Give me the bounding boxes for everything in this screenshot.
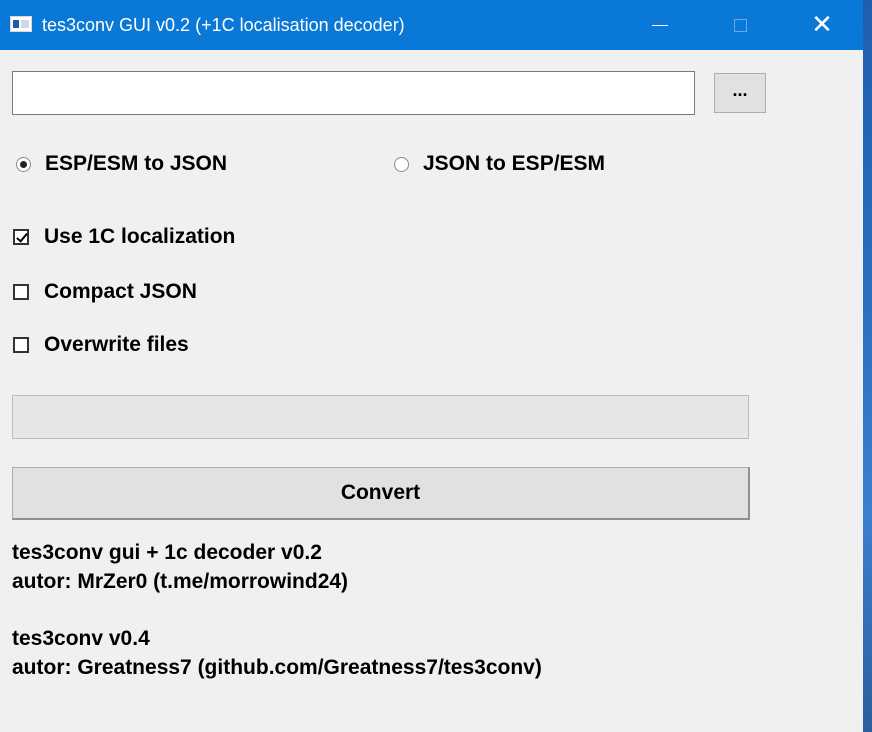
checkbox-label: Overwrite files bbox=[44, 333, 189, 356]
checkbox-indicator[interactable] bbox=[13, 337, 29, 353]
close-button[interactable]: ✕ bbox=[794, 0, 850, 50]
maximize-icon bbox=[733, 18, 747, 32]
checkbox-indicator[interactable] bbox=[13, 229, 29, 245]
window-title: tes3conv GUI v0.2 (+1C localisation deco… bbox=[42, 15, 405, 35]
progress-bar bbox=[12, 395, 749, 439]
desktop-edge bbox=[863, 0, 872, 732]
radio-esp-to-json[interactable]: ESP/ESM to JSON bbox=[16, 152, 227, 176]
app-icon bbox=[10, 16, 32, 32]
file-path-input[interactable] bbox=[12, 71, 695, 115]
checkbox-use-1c-localization[interactable]: Use 1C localization bbox=[13, 225, 235, 249]
checkbox-indicator[interactable] bbox=[13, 284, 29, 300]
radio-json-to-esp[interactable]: JSON to ESP/ESM bbox=[394, 152, 605, 176]
gui-author-text: autor: MrZer0 (t.me/morrowind24) bbox=[12, 570, 349, 593]
radio-indicator[interactable] bbox=[394, 156, 409, 172]
checkbox-compact-json[interactable]: Compact JSON bbox=[13, 280, 197, 304]
convert-button[interactable]: Convert bbox=[12, 467, 750, 520]
converter-version-text: tes3conv v0.4 bbox=[12, 627, 150, 650]
close-icon: ✕ bbox=[811, 10, 833, 40]
checkbox-label: Compact JSON bbox=[44, 280, 197, 303]
maximize-button[interactable] bbox=[712, 0, 768, 50]
minimize-icon bbox=[652, 24, 668, 26]
minimize-button[interactable] bbox=[632, 0, 688, 50]
checkbox-label: Use 1C localization bbox=[44, 225, 236, 248]
browse-button[interactable]: ... bbox=[714, 73, 766, 113]
radio-label: ESP/ESM to JSON bbox=[45, 152, 228, 175]
radio-label: JSON to ESP/ESM bbox=[423, 152, 606, 175]
checkbox-overwrite-files[interactable]: Overwrite files bbox=[13, 333, 189, 357]
radio-indicator[interactable] bbox=[16, 156, 31, 172]
title-bar[interactable]: tes3conv GUI v0.2 (+1C localisation deco… bbox=[0, 0, 863, 50]
gui-version-text: tes3conv gui + 1c decoder v0.2 bbox=[12, 541, 322, 564]
converter-author-text: autor: Greatness7 (github.com/Greatness7… bbox=[12, 656, 542, 679]
